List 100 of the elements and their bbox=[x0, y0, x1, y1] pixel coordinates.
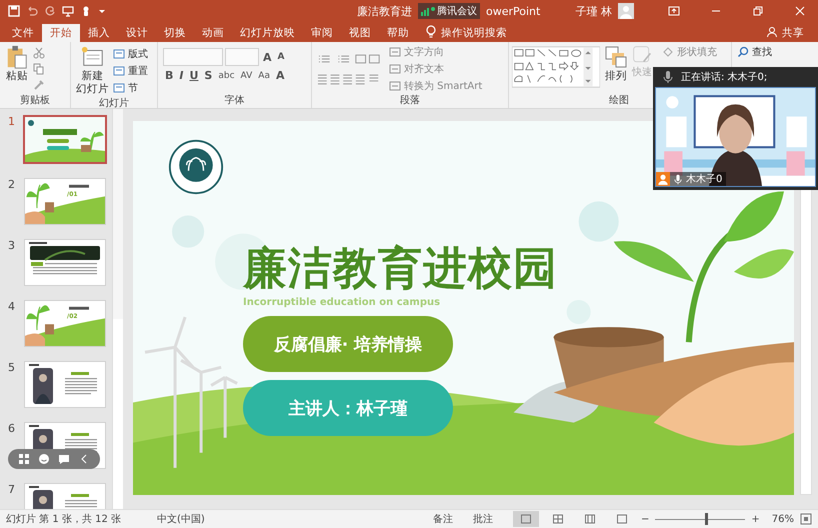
font-size-button[interactable]: A bbox=[276, 52, 286, 62]
smiley-icon[interactable] bbox=[38, 453, 50, 465]
lightbulb-icon bbox=[425, 25, 437, 39]
reading-view-icon bbox=[584, 513, 596, 525]
new-slide-button[interactable]: 新建 幻灯片 bbox=[76, 45, 109, 96]
format-button[interactable]: S bbox=[202, 69, 214, 82]
ribbon-command[interactable]: 重置 bbox=[113, 64, 148, 78]
group-label: 幻灯片 bbox=[98, 96, 130, 111]
menu-tab[interactable]: 视图 bbox=[341, 24, 379, 42]
zoom-slider-thumb[interactable] bbox=[704, 513, 708, 525]
menu-tab[interactable]: 动画 bbox=[194, 24, 232, 42]
group-label: 字体 bbox=[224, 94, 246, 108]
microphone-icon[interactable] bbox=[663, 70, 673, 84]
share-button[interactable]: 共享 bbox=[782, 24, 804, 42]
normal-view-icon bbox=[520, 513, 532, 525]
close-icon[interactable] bbox=[794, 5, 806, 17]
text-direction-icon bbox=[389, 63, 401, 75]
format-button[interactable]: AV bbox=[238, 70, 254, 80]
arrange-button[interactable]: 排列 bbox=[604, 45, 628, 93]
font-size-button[interactable]: A bbox=[261, 50, 274, 64]
slide-number: 5 bbox=[8, 361, 16, 374]
format-button[interactable]: A bbox=[274, 69, 286, 82]
zoom-in-button[interactable]: + bbox=[751, 514, 760, 524]
slide-subtitle: Incorruptible education on campus bbox=[243, 297, 440, 308]
search-icon bbox=[737, 46, 749, 58]
menu-tab[interactable]: 幻灯片放映 bbox=[232, 24, 303, 42]
slide-number: 2 bbox=[8, 178, 16, 191]
shapes-gallery[interactable] bbox=[512, 45, 600, 89]
slide-banner: 反腐倡廉· 培养情操 bbox=[243, 316, 453, 372]
slide-number: 4 bbox=[8, 300, 16, 313]
slide-number: 6 bbox=[8, 422, 16, 435]
window-title: 廉洁教育进 bbox=[357, 4, 412, 18]
format-button[interactable]: U bbox=[187, 69, 200, 82]
group-label: 绘图 bbox=[608, 94, 630, 108]
menu-tab[interactable]: 文件 bbox=[4, 24, 42, 42]
ribbon-display-icon[interactable] bbox=[668, 5, 680, 17]
school-logo bbox=[168, 139, 224, 195]
participant-name: 木木子0 bbox=[686, 172, 722, 186]
slide-banner: 主讲人：林子瑾 bbox=[243, 380, 453, 436]
window-title: owerPoint bbox=[486, 4, 540, 18]
slide-count: 幻灯片 第 1 张，共 12 张 bbox=[6, 512, 121, 526]
paste-button[interactable]: 粘贴 bbox=[5, 45, 29, 93]
group-label: 段落 bbox=[399, 94, 421, 108]
menu-tab[interactable]: 插入 bbox=[80, 24, 118, 42]
undo-icon[interactable] bbox=[26, 5, 38, 17]
tell-me-field[interactable]: 操作说明搜索 bbox=[441, 24, 507, 42]
text-direction-icon bbox=[389, 80, 401, 92]
format-button[interactable]: I bbox=[177, 69, 186, 82]
menu-tab[interactable]: 开始 bbox=[42, 24, 80, 42]
scrollbar[interactable] bbox=[112, 109, 123, 509]
layout-icon bbox=[113, 82, 125, 94]
person-icon bbox=[656, 172, 670, 186]
layout-icon bbox=[113, 48, 125, 60]
person-icon bbox=[766, 25, 778, 39]
group-label: 剪贴板 bbox=[19, 94, 51, 108]
slide-number: 1 bbox=[8, 115, 16, 128]
chat-icon[interactable] bbox=[58, 453, 70, 465]
ribbon-command[interactable]: 版式 bbox=[113, 46, 148, 60]
menu-tab[interactable]: 审阅 bbox=[303, 24, 341, 42]
slide-thumbnail[interactable] bbox=[23, 115, 107, 164]
grid-view-icon bbox=[552, 513, 564, 525]
notes-button[interactable]: 备注 bbox=[432, 512, 453, 526]
ribbon-command[interactable]: 节 bbox=[113, 80, 148, 94]
slideshow-icon bbox=[616, 513, 628, 525]
menu-tab[interactable]: 切换 bbox=[156, 24, 194, 42]
menu-tab[interactable]: 设计 bbox=[118, 24, 156, 42]
meeting-label: 腾讯会议 bbox=[437, 4, 477, 18]
clipboard-icon bbox=[5, 45, 29, 69]
slide-number: 3 bbox=[8, 239, 16, 252]
signal-icon bbox=[421, 6, 435, 16]
presentation-icon[interactable] bbox=[62, 5, 74, 17]
language-label: 中文(中国) bbox=[156, 512, 205, 526]
user-name: 子瑾 林 bbox=[576, 4, 612, 18]
slide-title: 廉洁教育进校园 bbox=[243, 243, 558, 295]
text-direction-icon bbox=[389, 46, 401, 58]
caret-icon[interactable] bbox=[98, 7, 106, 15]
zoom-level: 76% bbox=[772, 514, 794, 524]
arrange-icon bbox=[604, 45, 628, 69]
menu-tab[interactable]: 帮助 bbox=[379, 24, 417, 42]
apps-icon[interactable] bbox=[18, 453, 30, 465]
redo-icon[interactable] bbox=[44, 5, 56, 17]
copy-icon[interactable] bbox=[33, 63, 45, 75]
fit-to-window-icon[interactable] bbox=[800, 513, 812, 525]
scissors-icon[interactable] bbox=[33, 47, 45, 59]
find-button[interactable]: 查找 bbox=[737, 45, 807, 59]
scrollbar[interactable] bbox=[800, 187, 812, 495]
view-button[interactable] bbox=[512, 511, 539, 527]
zoom-out-button[interactable]: − bbox=[640, 514, 650, 524]
save-icon[interactable] bbox=[8, 5, 20, 17]
font-size-field[interactable] bbox=[225, 48, 259, 66]
layout-icon bbox=[113, 64, 125, 76]
speaking-label: 正在讲话: 木木子0; bbox=[681, 70, 768, 84]
font-name-field[interactable] bbox=[163, 48, 223, 66]
slide-icon bbox=[80, 45, 104, 69]
restore-icon[interactable] bbox=[752, 5, 764, 17]
slide-number: 7 bbox=[8, 483, 16, 496]
format-button[interactable]: abc bbox=[216, 70, 237, 80]
format-button[interactable]: B bbox=[163, 69, 176, 82]
comments-button[interactable]: 批注 bbox=[472, 512, 493, 526]
format-button[interactable]: Aa bbox=[256, 70, 272, 80]
